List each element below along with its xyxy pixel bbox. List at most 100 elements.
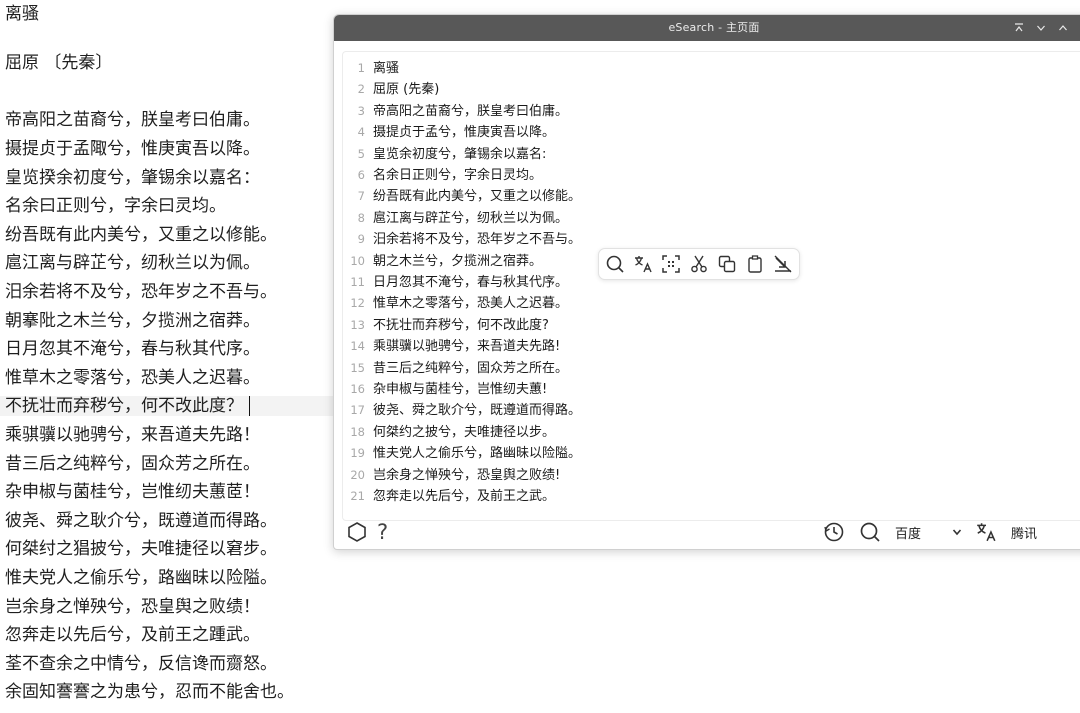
- text-editor[interactable]: 1 离骚 2 屈原 (先秦) 3 帝高阳之苗裔兮，朕皇考曰伯庸。 4 摄提贞于孟兮，惟庚寅吾以…: [342, 51, 1080, 521]
- copy-icon[interactable]: [717, 254, 737, 274]
- document-line: 扈江离与辟芷兮，纫秋兰以为佩。: [5, 253, 260, 273]
- search-engine-icon[interactable]: [859, 520, 881, 544]
- document-line: 余固知謇謇之为患兮，忍而不能舍也。: [5, 682, 294, 702]
- document-line: 荃不查余之中情兮，反信谗而齌怒。: [5, 654, 277, 674]
- line-number: 21: [350, 489, 365, 503]
- hexagon-icon[interactable]: [346, 520, 368, 544]
- paste-icon[interactable]: [745, 254, 765, 274]
- document-line: 离骚: [5, 4, 39, 24]
- line-number: 18: [350, 424, 365, 439]
- maximize-icon[interactable]: [1058, 23, 1068, 33]
- document-line: 何桀纣之猖披兮，夫唯捷径以窘步。: [5, 539, 277, 559]
- line-text: 屈原 (先秦): [373, 82, 440, 98]
- pin-top-icon[interactable]: [1014, 23, 1024, 33]
- editor-line: 10 朝之木兰兮，夕揽洲之宿莽。: [343, 251, 542, 272]
- text-caret: [249, 396, 250, 416]
- history-icon[interactable]: [823, 520, 845, 544]
- line-text: 忽奔走以先后兮，及前王之武。: [373, 489, 556, 504]
- title-controls: [1014, 15, 1068, 41]
- line-text: 纷吾既有此内美兮，又重之以修能。: [373, 189, 582, 205]
- bottom-bar: ? 百度 腾讯: [334, 515, 1080, 549]
- line-text: 杂申椒与菌桂兮，岂惟纫夫蕙!: [373, 382, 548, 397]
- line-number: 4: [357, 125, 365, 140]
- minimize-icon[interactable]: [1036, 23, 1046, 33]
- line-text: 帝高阳之苗裔兮，朕皇考曰伯庸。: [373, 103, 569, 119]
- editor-line: 5 皇览余初度兮，肇锡余以嘉名:: [343, 144, 547, 165]
- editor-line: 17 彼尧、舜之耿介兮，既遵道而得路。: [343, 400, 581, 421]
- line-number: 9: [357, 232, 365, 247]
- editor-line: 13 不抚壮而弃秽兮，何不改此度?: [343, 315, 549, 336]
- translate-engine-select[interactable]: 腾讯: [1011, 520, 1037, 544]
- line-text: 日月忽其不淹兮，春与秋其代序。: [373, 275, 569, 290]
- document-line: 昔三后之纯粹兮，固众芳之所在。: [5, 454, 260, 474]
- line-text: 朝之木兰兮，夕揽洲之宿莽。: [373, 253, 543, 269]
- editor-line: 16 杂申椒与菌桂兮，岂惟纫夫蕙!: [343, 379, 547, 400]
- editor-line: 8 扈江离与辟芷兮，纫秋兰以为佩。: [343, 208, 568, 229]
- search-icon[interactable]: [605, 254, 625, 274]
- line-number: 13: [350, 317, 365, 332]
- line-number: 12: [350, 296, 365, 311]
- cut-icon[interactable]: [689, 254, 709, 274]
- editor-line: 21 忽奔走以先后兮，及前王之武。: [343, 486, 555, 507]
- line-text: 皇览余初度兮，肇锡余以嘉名:: [373, 146, 547, 162]
- no-wrap-icon[interactable]: [773, 254, 793, 274]
- document-line: 乘骐骥以驰骋兮，来吾道夫先路！: [5, 425, 260, 445]
- line-number: 6: [357, 168, 365, 182]
- document-line: 皇览揆余初度兮，肇锡余以嘉名：: [5, 168, 260, 188]
- background-document[interactable]: 离骚 屈原 〔先秦〕 帝高阳之苗裔兮，朕皇考曰伯庸。 摄提贞于孟陬兮，惟庚寅吾以降。皇…: [0, 0, 340, 713]
- editor-line: 1 离骚: [343, 58, 399, 79]
- document-line: 朝搴阰之木兰兮，夕揽洲之宿莽。: [5, 311, 260, 331]
- editor-line: 7 纷吾既有此内美兮，又重之以修能。: [343, 186, 581, 207]
- line-number: 15: [350, 360, 365, 375]
- line-text: 惟夫党人之偷乐兮，路幽昧以险隘。: [373, 446, 582, 462]
- line-text: 不抚壮而弃秽兮，何不改此度?: [373, 317, 549, 333]
- document-line: 岂余身之惮殃兮，恐皇舆之败绩！: [5, 597, 260, 617]
- document-line: 惟夫党人之偷乐兮，路幽昧以险隘。: [5, 568, 277, 588]
- line-number: 2: [357, 82, 365, 97]
- document-line: 屈原 〔先秦〕: [5, 53, 113, 73]
- selection-toolbar: [598, 248, 800, 280]
- search-engine-select[interactable]: 百度: [895, 520, 921, 544]
- line-number: 19: [350, 446, 365, 461]
- document-line: 彼尧、舜之耿介兮，既遵道而得路。: [5, 511, 277, 531]
- chevron-down-icon[interactable]: [952, 520, 962, 544]
- scan-icon[interactable]: [661, 254, 681, 274]
- editor-line: 12 惟草木之零落兮，恐美人之迟暮。: [343, 293, 568, 314]
- document-line: 纷吾既有此内美兮，又重之以修能。: [5, 225, 277, 245]
- esearch-window: eSearch - 主页面 1 离骚 2 屈原 (先秦) 3 帝高阳之苗裔兮，朕皇考曰伯庸…: [333, 14, 1080, 550]
- editor-line: 3 帝高阳之苗裔兮，朕皇考曰伯庸。: [343, 101, 568, 122]
- screen: 离骚 屈原 〔先秦〕 帝高阳之苗裔兮，朕皇考曰伯庸。 摄提贞于孟陬兮，惟庚寅吾以降。皇…: [0, 0, 1080, 713]
- editor-line: 11 日月忽其不淹兮，春与秋其代序。: [343, 272, 568, 293]
- line-text: 名余日正则兮，字余日灵均。: [373, 168, 543, 183]
- line-number: 14: [350, 339, 365, 354]
- title-bar[interactable]: eSearch - 主页面: [334, 15, 1080, 41]
- line-number: 10: [350, 253, 365, 268]
- line-number: 1: [357, 61, 365, 75]
- line-text: 离骚: [373, 61, 400, 76]
- editor-line: 6 名余日正则兮，字余日灵均。: [343, 165, 542, 186]
- editor-line: 18 何桀约之披兮，夫唯捷径以步。: [343, 422, 555, 443]
- line-text: 彼尧、舜之耿介兮，既遵道而得路。: [373, 403, 582, 419]
- line-number: 7: [357, 189, 365, 204]
- editor-line: 19 惟夫党人之偷乐兮，路幽昧以险隘。: [343, 443, 581, 464]
- line-text: 摄提贞于孟兮，惟庚寅吾以降。: [373, 125, 556, 141]
- line-text: 岂余身之惮殃兮，恐皇舆之败绩!: [373, 467, 561, 483]
- help-icon[interactable]: ?: [377, 520, 388, 544]
- translate-engine-icon[interactable]: [975, 520, 997, 544]
- line-text: 惟草木之零落兮，恐美人之迟暮。: [373, 296, 569, 312]
- editor-line: 14 乘骐骥以驰骋兮，来吾道夫先路!: [343, 336, 560, 357]
- editor-line: 2 屈原 (先秦): [343, 79, 440, 100]
- line-text: 扈江离与辟芷兮，纫秋兰以为佩。: [373, 210, 569, 226]
- line-text: 汨余若将不及兮，恐年岁之不吾与。: [373, 232, 582, 248]
- editor-line: 9 汨余若将不及兮，恐年岁之不吾与。: [343, 229, 581, 250]
- line-text: 昔三后之纯粹兮，固众芳之所在。: [373, 360, 569, 376]
- line-number: 3: [357, 103, 365, 118]
- document-line: 摄提贞于孟陬兮，惟庚寅吾以降。: [5, 139, 260, 159]
- window-title: eSearch - 主页面: [668, 21, 760, 34]
- document-line: 惟草木之零落兮，恐美人之迟暮。: [5, 368, 260, 388]
- line-number: 5: [357, 146, 365, 161]
- line-number: 20: [350, 467, 365, 482]
- translate-icon[interactable]: [633, 254, 653, 274]
- line-number: 17: [350, 403, 365, 418]
- line-number: 8: [357, 210, 365, 225]
